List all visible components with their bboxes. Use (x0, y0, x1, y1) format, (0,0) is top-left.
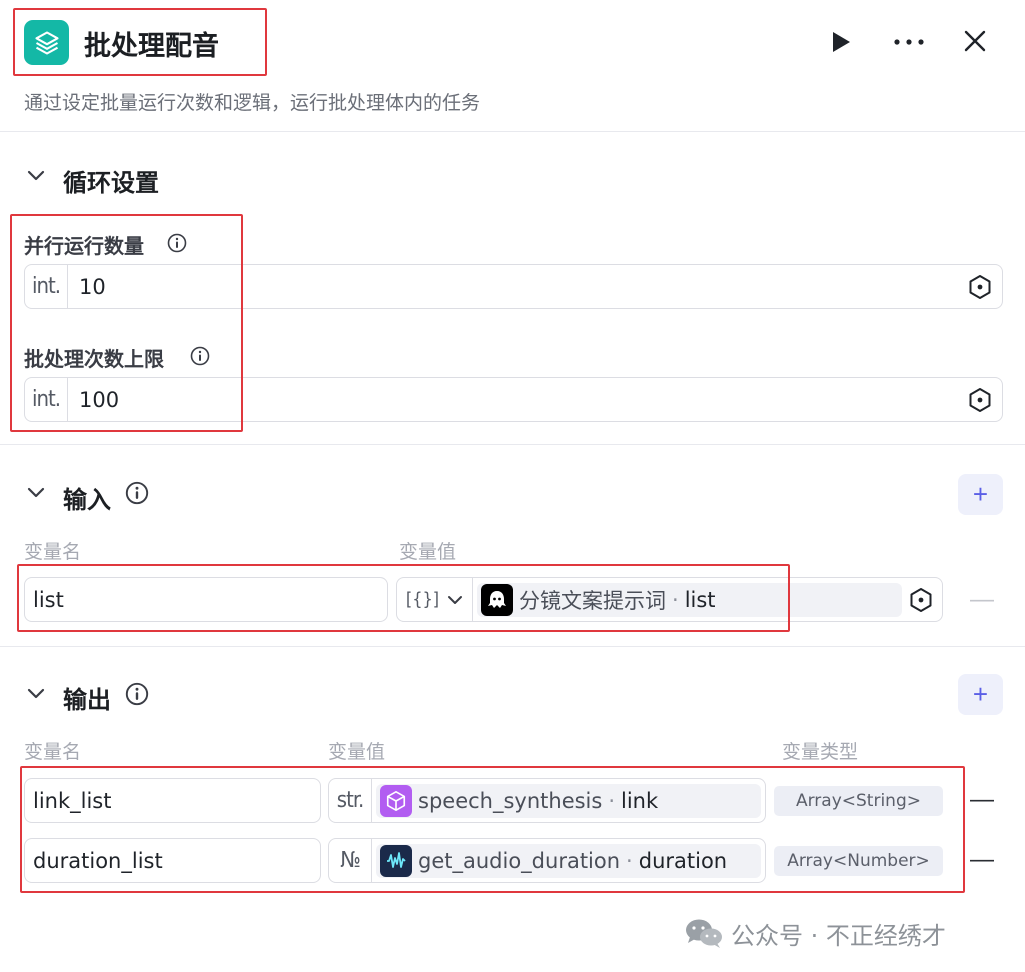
node-description: 通过设定批量运行次数和逻辑，运行批处理体内的任务 (24, 92, 481, 114)
close-icon[interactable] (964, 30, 986, 52)
input-name-value[interactable]: list (33, 578, 64, 621)
ref-var-name: list (684, 588, 716, 612)
type-pill: № (329, 839, 372, 882)
ref-separator: · (626, 849, 633, 873)
output-value-field[interactable]: str. speech_synthesis · link (328, 778, 766, 823)
hexagon-icon[interactable] (908, 587, 934, 613)
hexagon-icon[interactable] (967, 387, 993, 413)
info-icon[interactable] (167, 233, 187, 253)
divider (0, 444, 1025, 445)
output-name-value[interactable]: link_list (33, 779, 111, 822)
section-title-output[interactable]: 输出 (63, 680, 111, 715)
cube-icon (380, 785, 412, 817)
type-pill: int. (25, 378, 68, 421)
app-icon (24, 20, 69, 65)
var-type-badge: Array<String> (774, 786, 943, 816)
audio-icon (380, 845, 412, 877)
variable-reference[interactable]: get_audio_duration · duration (376, 844, 761, 878)
limit-value[interactable]: 100 (79, 378, 119, 421)
layers-icon (34, 30, 59, 55)
col-var-name: 变量名 (24, 541, 82, 563)
output-name-value[interactable]: duration_list (33, 839, 163, 882)
info-icon[interactable] (190, 346, 210, 366)
add-output-button[interactable]: + (958, 674, 1003, 715)
var-type-badge: Array<Number> (774, 846, 943, 876)
more-icon[interactable] (893, 38, 925, 46)
variable-reference[interactable]: 分镜文案提示词 · list (477, 583, 902, 617)
watermark-text: 公众号 · 不正经绣才 (731, 922, 946, 950)
wechat-icon (686, 919, 722, 948)
parallel-input[interactable]: int. 10 (24, 264, 1003, 309)
section-title-loop[interactable]: 循环设置 (63, 163, 159, 198)
hexagon-icon[interactable] (967, 274, 993, 300)
col-var-value: 变量值 (328, 741, 386, 763)
chevron-down-icon[interactable] (27, 487, 45, 499)
node-title[interactable]: 批处理配音 (84, 24, 219, 63)
ref-node-name: 分镜文案提示词 (519, 589, 666, 613)
limit-input[interactable]: int. 100 (24, 377, 1003, 422)
parallel-label: 并行运行数量 (24, 234, 144, 258)
col-var-type: 变量类型 (782, 741, 859, 763)
ghost-icon (481, 584, 513, 616)
array-object-icon: [{}] (405, 589, 440, 610)
ref-separator: · (672, 588, 679, 612)
input-name-field[interactable]: list (24, 577, 388, 622)
type-pill: int. (25, 265, 68, 308)
col-var-value: 变量值 (399, 541, 457, 563)
type-pill: str. (329, 779, 372, 822)
info-icon[interactable] (125, 682, 149, 706)
col-var-name: 变量名 (24, 741, 82, 763)
parallel-value[interactable]: 10 (79, 265, 106, 308)
chevron-down-icon[interactable] (27, 688, 45, 700)
input-value-field[interactable]: [{}] 分镜文案提示词 · list (396, 577, 943, 622)
ref-node-name: get_audio_duration (418, 849, 621, 873)
play-icon[interactable] (830, 31, 852, 53)
divider (0, 131, 1025, 132)
remove-input-button[interactable]: — (970, 586, 994, 614)
limit-label: 批处理次数上限 (24, 347, 164, 371)
chevron-down-icon (448, 595, 463, 604)
divider (0, 646, 1025, 647)
output-name-field[interactable]: link_list (24, 778, 321, 823)
add-input-button[interactable]: + (958, 474, 1003, 515)
output-value-field[interactable]: № get_audio_duration · duration (328, 838, 766, 883)
ref-separator: · (608, 789, 616, 813)
ref-var-name: link (621, 789, 659, 813)
ref-node-name: speech_synthesis (418, 789, 603, 813)
chevron-down-icon[interactable] (27, 170, 45, 182)
section-title-input[interactable]: 输入 (63, 480, 111, 515)
info-icon[interactable] (125, 481, 149, 505)
ref-var-name: duration (638, 849, 728, 873)
output-name-field[interactable]: duration_list (24, 838, 321, 883)
variable-reference[interactable]: speech_synthesis · link (376, 784, 761, 818)
remove-output-button[interactable]: — (970, 786, 994, 814)
type-selector[interactable]: [{}] (397, 578, 473, 621)
remove-output-button[interactable]: — (970, 846, 994, 874)
